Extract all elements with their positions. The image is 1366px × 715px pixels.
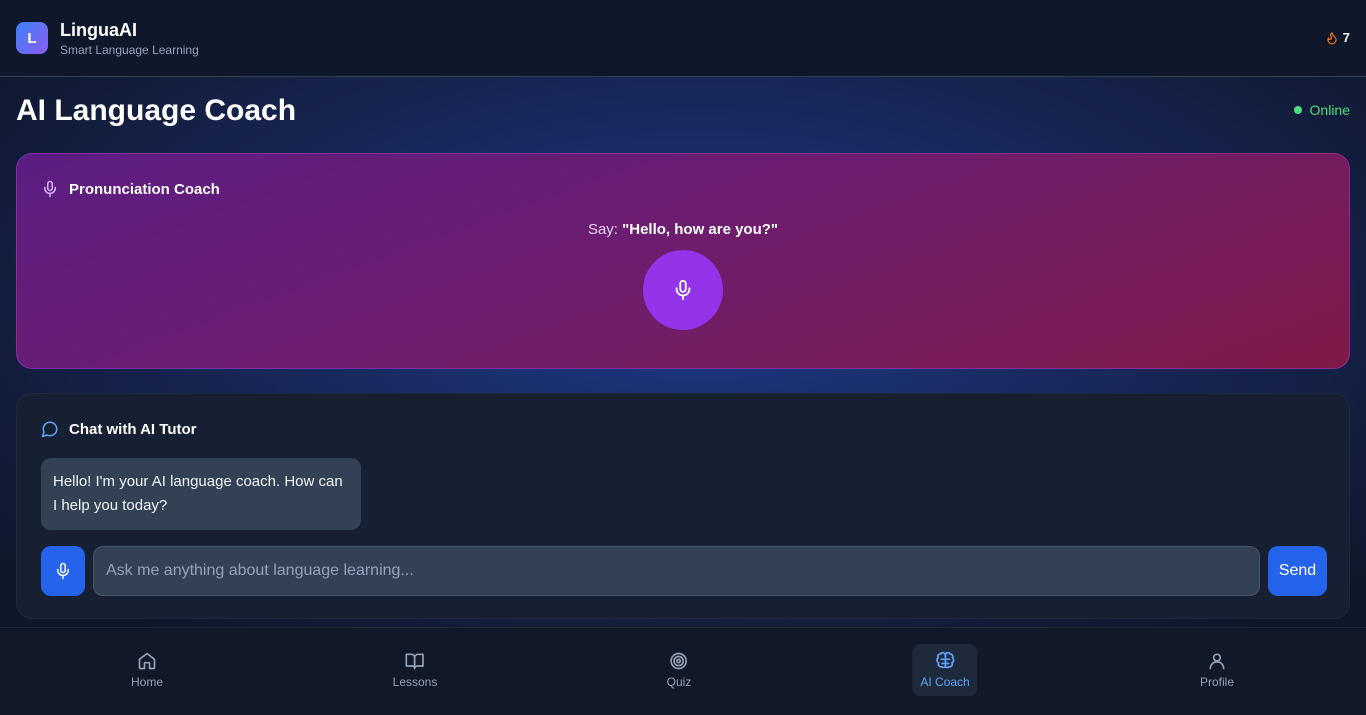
chat-message-ai: Hello! I'm your AI language coach. How c… (41, 458, 361, 530)
status-dot (1293, 106, 1302, 114)
streak-count: 7 (1342, 30, 1350, 45)
record-button[interactable] (643, 250, 723, 330)
nav-label: Lessons (392, 675, 438, 689)
app-name: LinguaAI (60, 20, 137, 40)
say-prompt: Say: "Hello, how are you?" (17, 221, 1349, 238)
nav-item-profile[interactable]: Profile (1192, 644, 1242, 696)
chat-title: Chat with AI Tutor (69, 420, 197, 438)
say-prefix: Say: (587, 221, 618, 238)
flame-icon (1327, 31, 1337, 44)
brain-icon (935, 651, 955, 669)
pronunciation-card: Pronunciation Coach Say: "Hello, how are… (16, 153, 1350, 369)
nav-label: Profile (1199, 675, 1235, 689)
target-icon (670, 652, 688, 670)
voice-input-button[interactable] (41, 546, 85, 596)
nav-label: AI Coach (920, 675, 970, 689)
nav-label: Home (130, 675, 164, 689)
brand: LinguaAI Smart Language Learning (60, 19, 199, 57)
chat-input[interactable] (93, 546, 1260, 596)
nav-item-quiz[interactable]: Quiz (659, 644, 700, 696)
app-logo: L (16, 22, 48, 54)
user-icon (1209, 653, 1225, 670)
nav-item-lessons[interactable]: Lessons (385, 644, 446, 696)
nav-label: Quiz (666, 675, 692, 689)
book-icon (405, 653, 425, 670)
message-circle-icon (41, 421, 58, 438)
streak-counter: 7 (1325, 30, 1350, 45)
target-phrase: "Hello, how are you?" (622, 221, 779, 238)
chat-header: Chat with AI Tutor (41, 420, 196, 438)
status-indicator: Online (1293, 102, 1350, 118)
microphone-icon (57, 562, 69, 580)
pronunciation-header: Pronunciation Coach (41, 180, 220, 198)
chat-card: Chat with AI Tutor Hello! I'm your AI la… (16, 393, 1350, 619)
app-header: L LinguaAI Smart Language Learning 7 (0, 0, 1366, 77)
pronunciation-title: Pronunciation Coach (69, 180, 220, 198)
bottom-nav: Home Lessons Quiz AI Coach Profile (0, 627, 1366, 715)
page-title: AI Language Coach (16, 94, 297, 127)
send-button[interactable]: Send (1268, 546, 1327, 596)
home-icon (138, 652, 156, 670)
app-tagline: Smart Language Learning (60, 43, 199, 57)
status-text: Online (1309, 102, 1350, 118)
nav-item-home[interactable]: Home (123, 644, 171, 696)
microphone-icon (675, 279, 691, 301)
microphone-icon (44, 180, 56, 198)
nav-item-ai-coach[interactable]: AI Coach (912, 644, 978, 696)
